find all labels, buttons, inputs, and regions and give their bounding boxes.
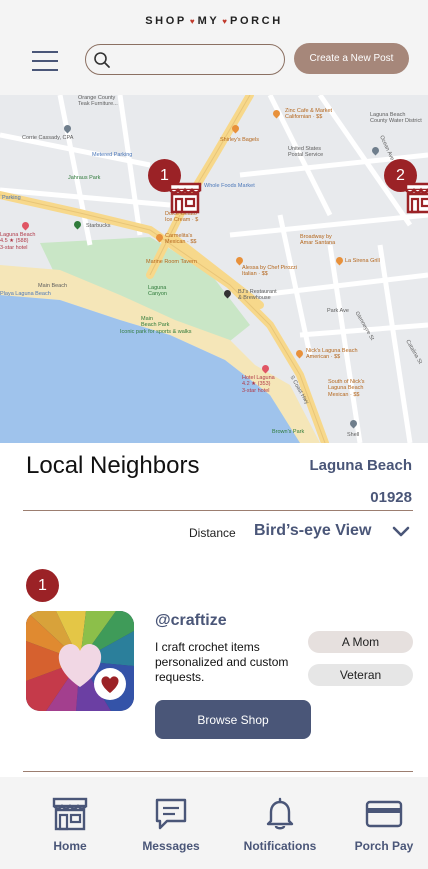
nav-home[interactable]: Home — [20, 797, 120, 853]
create-new-post-button[interactable]: Create a New Post — [294, 43, 409, 74]
map-label-nicks: Nick's Laguna Beach American · $$ — [306, 348, 358, 361]
map-label-parking: Parking — [2, 195, 21, 201]
map-label-playa: Playa Laguna Beach — [0, 291, 51, 297]
nav-notifications-label: Notifications — [243, 839, 317, 853]
map-label-park-description: Iconic park for sports & walks — [120, 329, 192, 335]
message-icon — [155, 798, 187, 830]
map-label-main-beach: Main Beach — [38, 283, 68, 289]
nav-messages-label: Messages — [142, 839, 200, 853]
tag-badge: Veteran — [308, 664, 413, 686]
map-label-jahraus-park: Jahraus Park — [68, 175, 101, 181]
listing-number-badge: 1 — [26, 569, 59, 602]
map-view[interactable]: Orange County Teak Furniture... Corrie C… — [0, 95, 428, 443]
page-title: Local Neighbors — [26, 452, 200, 479]
search-input[interactable] — [118, 49, 276, 69]
distance-dropdown[interactable]: Bird’s-eye View — [254, 522, 371, 540]
city-label: Laguna Beach — [309, 457, 412, 474]
storefront-icon[interactable] — [404, 182, 428, 214]
divider — [23, 771, 413, 772]
nav-messages[interactable]: Messages — [121, 797, 221, 853]
map-label-broadway: Broadway by Amar Santana — [300, 234, 336, 247]
heart-icon: ♥ — [189, 17, 195, 26]
favorite-button[interactable] — [94, 668, 126, 700]
map-label-starbucks: Starbucks — [86, 223, 111, 229]
heart-icon — [101, 676, 119, 693]
nav-notifications[interactable]: Notifications — [230, 797, 330, 853]
map-label-main-beach-park: Main Beach Park — [141, 316, 170, 329]
map-label-hotel-laguna: Hotel Laguna 4.2 ★ (353) 3-star hotel — [242, 375, 275, 394]
map-label-marine-room: Marine Room Tavern — [146, 259, 197, 265]
bottom-nav: Home Messages Notifications Porch Pay — [0, 777, 428, 869]
map-label-zinc-cafe: Zinc Cafe & Market Californian · $$ — [285, 108, 333, 121]
map-label-carmelitas: Carmelita's Mexican · $$ — [165, 233, 197, 246]
distance-label: Distance — [189, 526, 236, 540]
map-label-laguna-county: Laguna Beach County Water District — [370, 112, 422, 125]
shop-bio: I craft crochet items personalized and c… — [155, 640, 289, 684]
map-label-metered-parking: Metered Parking — [92, 152, 133, 158]
map-label-bjs: BJ's Restaurant & Brewhouse — [238, 289, 277, 302]
storefront-icon[interactable] — [168, 182, 202, 214]
search-bar[interactable] — [85, 44, 285, 75]
heart-icon: ♥ — [222, 17, 228, 26]
map-label-orange-county: Orange County Teak Furniture... — [78, 95, 118, 108]
map-label-browns-park: Brown's Park — [272, 429, 305, 435]
map-label-laguna-beach-hotel: Laguna Beach 4.5 ★ (588) 3-star hotel — [0, 232, 36, 251]
nav-porch-pay[interactable]: Porch Pay — [334, 797, 428, 853]
map-label-la-sirena: La Sirena Grill — [345, 258, 380, 264]
map-label-laguna-canyon: Laguna Canyon — [148, 285, 167, 298]
zip-label: 01928 — [370, 489, 412, 506]
brand-word-my: MY — [197, 15, 220, 27]
map-label-park-ave: Park Ave — [327, 308, 349, 314]
map-label-corrie: Corrie Cassady, CPA — [22, 135, 74, 141]
browse-shop-button[interactable]: Browse Shop — [155, 700, 311, 739]
chevron-down-icon[interactable] — [392, 526, 410, 537]
map-label-south-of-nicks: South of Nick's Laguna Beach Mexican · $… — [328, 379, 365, 398]
shop-username[interactable]: @craftize — [155, 612, 227, 630]
hamburger-menu-icon[interactable] — [32, 51, 58, 71]
divider — [23, 510, 413, 511]
brand-word-shop: SHOP — [145, 15, 187, 27]
bell-icon — [266, 797, 294, 830]
search-icon — [94, 52, 110, 68]
nav-porch-pay-label: Porch Pay — [354, 839, 414, 853]
tag-badge: A Mom — [308, 631, 413, 653]
map-label-shirleys-bagels: Shirley's Bagels — [220, 137, 259, 143]
storefront-icon — [52, 797, 88, 831]
brand-logo[interactable]: SHOP ♥ MY ♥ PORCH — [0, 15, 428, 27]
map-label-alessa: Alessa by Chef Pirozzi Italian · $$ — [242, 265, 298, 278]
app-header: SHOP ♥ MY ♥ PORCH Create a New Post — [0, 0, 428, 95]
credit-card-icon — [365, 800, 403, 828]
location-info[interactable]: Laguna Beach 01928 — [309, 454, 412, 510]
map-label-postal-service: United States Postal Service — [288, 146, 324, 159]
brand-word-porch: PORCH — [230, 15, 283, 27]
map-label-shell: Shell — [347, 432, 360, 438]
nav-home-label: Home — [53, 839, 87, 853]
map-label-whole-foods: Whole Foods Market — [204, 183, 255, 189]
